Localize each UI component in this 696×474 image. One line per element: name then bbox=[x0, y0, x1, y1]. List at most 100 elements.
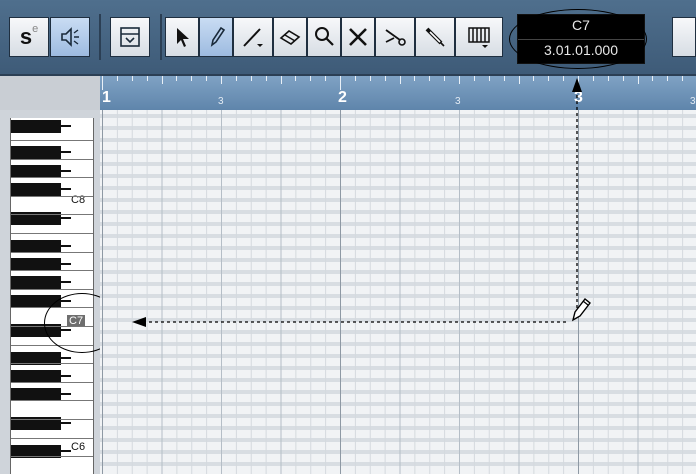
white-key-divider bbox=[11, 289, 93, 290]
white-key-divider bbox=[11, 214, 93, 215]
glue-tool[interactable] bbox=[415, 17, 455, 57]
white-key-divider bbox=[11, 159, 93, 160]
glue-tube-icon bbox=[425, 27, 445, 47]
ruler-tick bbox=[221, 76, 222, 84]
ruler-tick bbox=[533, 76, 535, 81]
piano-keyboard[interactable]: C8 C7 C6 bbox=[0, 110, 100, 474]
show-info-button[interactable] bbox=[110, 17, 150, 57]
ruler-tick bbox=[340, 76, 341, 90]
ruler-bar-label: 3 bbox=[574, 89, 583, 106]
black-key[interactable] bbox=[11, 276, 71, 289]
ruler-tick bbox=[325, 76, 327, 81]
ruler-tick bbox=[399, 76, 401, 84]
ruler-tick bbox=[414, 76, 416, 81]
ruler-beat-label: 3 bbox=[455, 96, 461, 107]
key-label-c6: C6 bbox=[71, 441, 86, 453]
zoom-tool[interactable] bbox=[307, 17, 341, 57]
white-key-divider bbox=[11, 456, 93, 457]
ruler-tick bbox=[652, 76, 654, 81]
object-select-tool[interactable] bbox=[165, 17, 199, 57]
ruler-bar-label: 2 bbox=[338, 89, 347, 106]
line-icon bbox=[243, 28, 263, 47]
ruler[interactable]: 1 3 2 3 3 3 bbox=[100, 76, 696, 111]
white-key-divider bbox=[11, 419, 93, 420]
solo-s-label: s bbox=[19, 24, 33, 49]
pencil-icon bbox=[210, 26, 226, 47]
ruler-tick bbox=[637, 76, 639, 84]
ruler-bar-label: 1 bbox=[102, 89, 111, 106]
toolbar-separator bbox=[160, 14, 162, 60]
ruler-tick bbox=[295, 76, 297, 81]
white-key-divider bbox=[11, 140, 93, 141]
speaker-icon bbox=[61, 27, 79, 47]
callout-ellipse-display bbox=[509, 9, 647, 69]
ruler-tick bbox=[488, 76, 490, 81]
white-key-divider bbox=[11, 233, 93, 234]
toolbar: se C7 3.01.01.000 bbox=[0, 0, 696, 76]
ruler-tick bbox=[116, 76, 118, 81]
note-grid[interactable] bbox=[100, 110, 696, 474]
x-mute-icon bbox=[349, 28, 367, 46]
black-key[interactable] bbox=[11, 183, 71, 196]
ruler-tick bbox=[280, 76, 282, 84]
acoustic-feedback-button[interactable] bbox=[50, 17, 90, 57]
ruler-tick bbox=[354, 76, 356, 81]
solo-e-label: e bbox=[32, 23, 39, 35]
ruler-tick bbox=[682, 76, 684, 81]
ruler-tick bbox=[622, 76, 624, 81]
ruler-tick bbox=[146, 76, 148, 81]
draw-tool[interactable] bbox=[199, 17, 233, 57]
solo-editor-button[interactable]: se bbox=[9, 17, 49, 57]
ruler-tick bbox=[191, 76, 193, 81]
ruler-tick bbox=[667, 76, 669, 81]
ruler-tick bbox=[206, 76, 208, 81]
split-tool[interactable] bbox=[375, 17, 415, 57]
ruler-tick bbox=[235, 76, 237, 81]
ruler-tick bbox=[578, 76, 579, 90]
ruler-tick bbox=[384, 76, 386, 81]
ruler-tick bbox=[518, 76, 520, 84]
white-key-divider bbox=[11, 363, 93, 364]
arrow-pointer-icon bbox=[177, 28, 189, 47]
ruler-tick bbox=[369, 76, 371, 81]
ruler-tick bbox=[429, 76, 431, 81]
white-key-divider bbox=[11, 196, 93, 197]
white-key-divider bbox=[11, 270, 93, 271]
magnifier-icon bbox=[315, 27, 334, 46]
quantize-grid-button[interactable] bbox=[455, 17, 503, 57]
white-key-divider bbox=[11, 382, 93, 383]
white-key-divider bbox=[11, 252, 93, 253]
ruler-beat-label: 3 bbox=[218, 96, 224, 107]
scissors-icon bbox=[385, 29, 406, 46]
ruler-tick bbox=[250, 76, 252, 81]
ruler-tick bbox=[310, 76, 312, 81]
ruler-tick bbox=[161, 76, 163, 84]
ruler-tick bbox=[265, 76, 267, 81]
ruler-corner bbox=[0, 76, 100, 110]
erase-tool[interactable] bbox=[273, 17, 307, 57]
ruler-beat-label: 3 bbox=[690, 96, 696, 107]
ruler-tick bbox=[592, 76, 594, 81]
ruler-tick bbox=[563, 76, 565, 81]
white-key-divider bbox=[11, 438, 93, 439]
ruler-tick bbox=[548, 76, 550, 81]
ruler-tick bbox=[131, 76, 133, 81]
ruler-tick bbox=[607, 76, 609, 81]
comb-grid-icon bbox=[468, 27, 490, 48]
black-key[interactable] bbox=[11, 120, 71, 133]
info-line-icon bbox=[120, 27, 140, 47]
eraser-icon bbox=[279, 30, 301, 45]
black-key[interactable] bbox=[11, 146, 71, 159]
toolbar-overflow-button[interactable] bbox=[672, 17, 696, 57]
ruler-tick bbox=[176, 76, 178, 81]
toolbar-separator bbox=[99, 14, 101, 60]
ruler-tick bbox=[503, 76, 505, 81]
ruler-tick bbox=[102, 76, 103, 90]
white-key-divider bbox=[11, 177, 93, 178]
ruler-tick bbox=[459, 76, 460, 84]
ruler-tick bbox=[473, 76, 475, 81]
white-key-divider bbox=[11, 400, 93, 401]
line-tool[interactable] bbox=[233, 17, 273, 57]
ruler-tick bbox=[444, 76, 446, 81]
mute-tool[interactable] bbox=[341, 17, 375, 57]
